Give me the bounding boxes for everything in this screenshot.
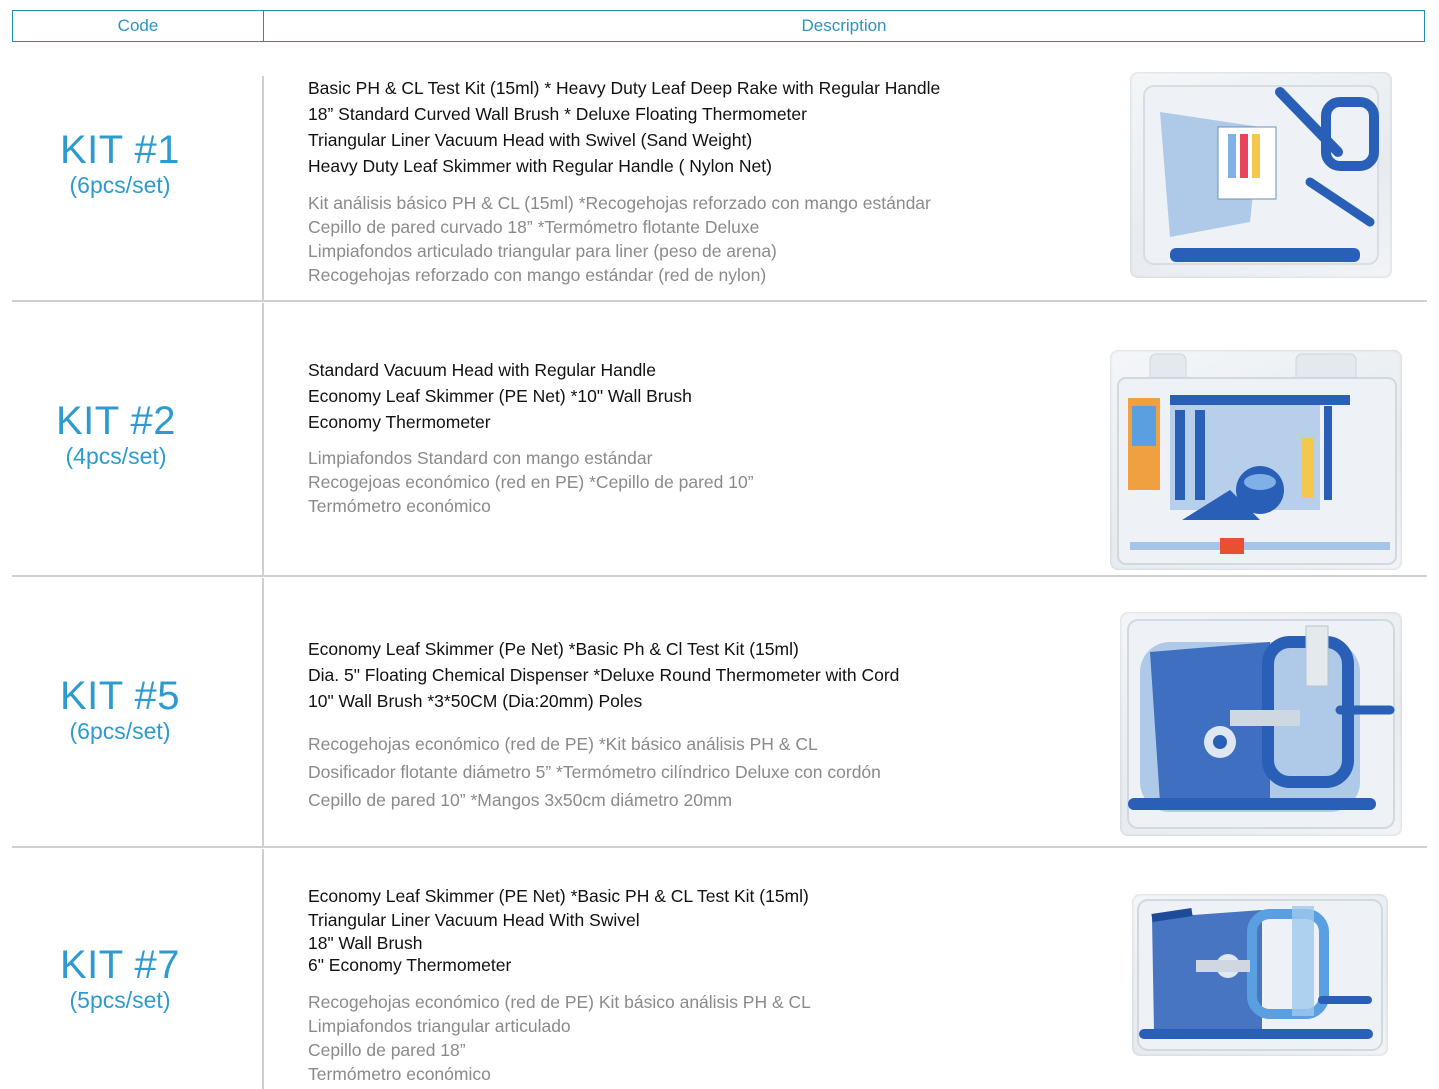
desc-line: Dosificador flotante diámetro 5” *Termóm… — [308, 762, 881, 782]
kit-product-illustration — [1127, 619, 1395, 829]
kit-product-illustration — [1143, 85, 1379, 265]
kit-pcs: (4pcs/set) — [65, 443, 167, 469]
kit-product-illustration — [1137, 899, 1383, 1051]
desc-line: Cepillo de pared curvado 18” *Termómetro… — [308, 217, 760, 237]
kit-product-image — [1110, 350, 1402, 570]
kit-name: KIT #5 — [59, 674, 181, 718]
desc-line: Heavy Duty Leaf Skimmer with Regular Han… — [308, 156, 772, 176]
kit-product-image — [1130, 72, 1392, 278]
desc-line: 18" Wall Brush — [308, 933, 423, 953]
kit-product-illustration — [1117, 353, 1397, 565]
desc-line: Economy Leaf Skimmer (Pe Net) *Basic Ph … — [308, 639, 799, 659]
desc-line: Triangular Liner Vacuum Head with Swivel… — [308, 130, 753, 150]
desc-line: 10" Wall Brush *3*50CM (Dia:20mm) Poles — [308, 691, 643, 711]
kit-label: KIT #5 (6pcs/set) — [40, 674, 200, 744]
kit-description-en: Economy Leaf Skimmer (Pe Net) *Basic Ph … — [308, 636, 899, 714]
desc-line: Economy Thermometer — [308, 412, 491, 432]
kit-description-es: Limpiafondos Standard con mango estándar… — [308, 446, 754, 518]
desc-line: 6" Economy Thermometer — [308, 955, 512, 975]
kit-product-image — [1120, 612, 1402, 836]
header-description: Description — [801, 16, 887, 35]
kit-pcs: (5pcs/set) — [69, 987, 171, 1013]
desc-line: Standard Vacuum Head with Regular Handle — [308, 360, 656, 380]
kit-label: KIT #2 (4pcs/set) — [36, 399, 196, 469]
desc-line: Economy Leaf Skimmer (PE Net) *10" Wall … — [308, 386, 692, 406]
desc-line: Recogehojas reforzado con mango estándar… — [308, 265, 767, 285]
column-divider — [262, 76, 264, 300]
column-divider — [262, 849, 264, 1089]
kit-label: KIT #1 (6pcs/set) — [40, 128, 200, 198]
kit-description-en: Basic PH & CL Test Kit (15ml) * Heavy Du… — [308, 75, 940, 179]
kit-name: KIT #2 — [55, 399, 177, 443]
desc-line: Triangular Liner Vacuum Head With Swivel — [308, 910, 640, 930]
desc-line: Limpiafondos Standard con mango estándar — [308, 448, 653, 468]
desc-line: Termómetro económico — [308, 496, 491, 516]
desc-line: Recogehojas económico (red de PE) Kit bá… — [308, 992, 811, 1012]
desc-line: 18” Standard Curved Wall Brush * Deluxe … — [308, 104, 807, 124]
desc-line: Economy Leaf Skimmer (PE Net) *Basic PH … — [308, 886, 809, 906]
kit-description-es: Kit análisis básico PH & CL (15ml) *Reco… — [308, 191, 931, 287]
desc-line: Dia. 5" Floating Chemical Dispenser *Del… — [308, 665, 900, 685]
column-divider — [262, 578, 264, 846]
kit-description-es: Recogehojas económico (red de PE) *Kit b… — [308, 730, 881, 814]
desc-line: Cepillo de pared 10” *Mangos 3x50cm diám… — [308, 790, 733, 810]
kit-name: KIT #1 — [59, 128, 181, 172]
desc-line: Limpiafondos articulado triangular para … — [308, 241, 777, 261]
column-divider — [262, 303, 264, 575]
kit-pcs: (6pcs/set) — [69, 718, 171, 744]
kit-description-en: Standard Vacuum Head with Regular Handle… — [308, 357, 692, 435]
desc-line: Cepillo de pared 18” — [308, 1040, 466, 1060]
kit-description-en: Economy Leaf Skimmer (PE Net) *Basic PH … — [308, 884, 809, 976]
kit-product-image — [1132, 894, 1388, 1056]
header-code: Code — [13, 11, 264, 41]
kit-pcs: (6pcs/set) — [69, 172, 171, 198]
desc-line: Limpiafondos triangular articulado — [308, 1016, 571, 1036]
kit-label: KIT #7 (5pcs/set) — [40, 943, 200, 1013]
table-header: Code Description — [12, 10, 1425, 42]
desc-line: Recogehojas económico (red de PE) *Kit b… — [308, 734, 818, 754]
kit-description-es: Recogehojas económico (red de PE) Kit bá… — [308, 990, 811, 1086]
desc-line: Termómetro económico — [308, 1064, 491, 1084]
kit-name: KIT #7 — [59, 943, 181, 987]
desc-line: Basic PH & CL Test Kit (15ml) * Heavy Du… — [308, 78, 941, 98]
desc-line: Kit análisis básico PH & CL (15ml) *Reco… — [308, 193, 931, 213]
desc-line: Recogejoas económico (red en PE) *Cepill… — [308, 472, 754, 492]
